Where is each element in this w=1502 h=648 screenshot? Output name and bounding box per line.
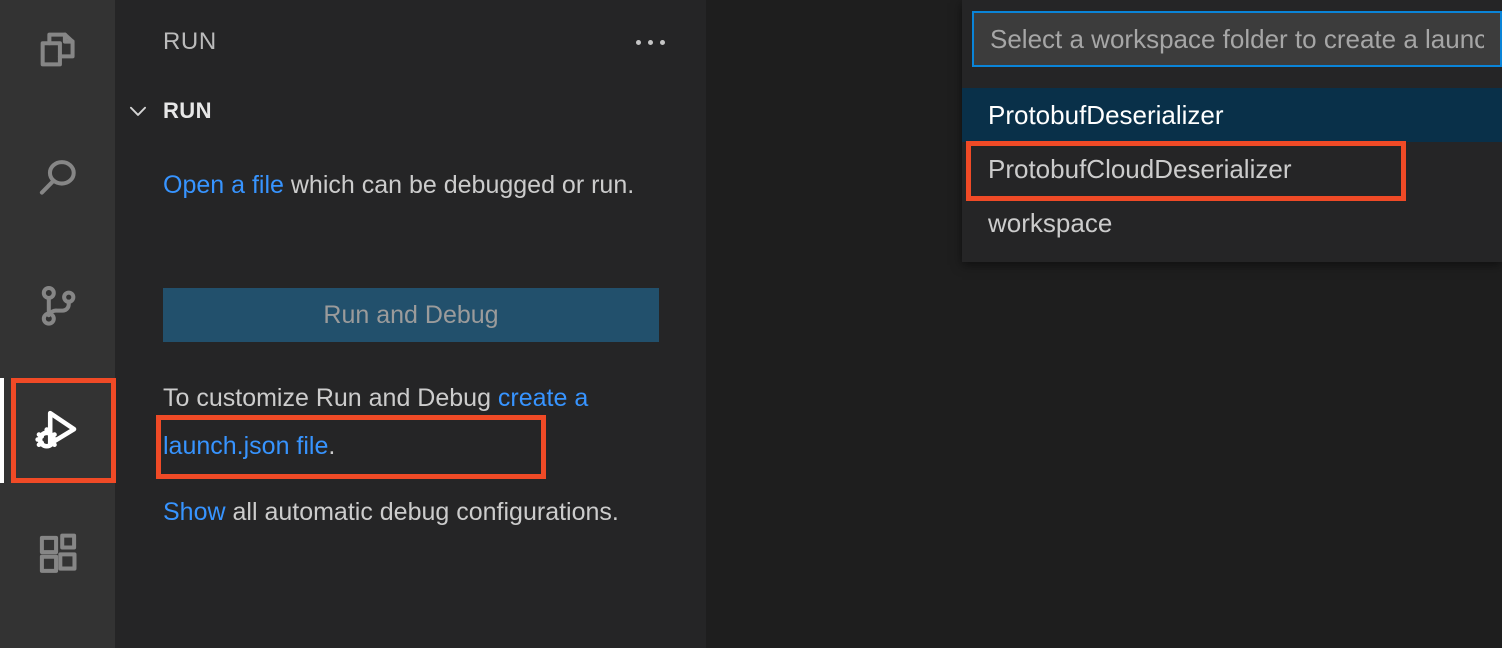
activity-bar-item-extensions[interactable]	[0, 504, 115, 604]
create-launch-json-period: .	[328, 432, 336, 460]
debug-welcome-paragraph-2: To customize Run and Debug create a laun…	[163, 374, 673, 470]
debug-welcome-paragraph-1: Open a file which can be debugged or run…	[163, 164, 663, 232]
files-icon	[35, 27, 81, 73]
extensions-icon	[35, 531, 81, 577]
activity-bar-item-search[interactable]	[0, 128, 115, 228]
activity-bar-item-explorer[interactable]	[0, 0, 115, 100]
search-icon	[35, 155, 81, 201]
source-control-icon	[35, 283, 81, 329]
sidebar-section-run-header[interactable]: RUN	[125, 94, 212, 128]
quick-pick-item[interactable]: workspace	[962, 196, 1502, 250]
open-a-file-link[interactable]: Open a file	[163, 171, 284, 199]
quick-pick-widget: ProtobufDeserializer ProtobufCloudDeseri…	[962, 0, 1502, 262]
activity-bar-active-indicator	[0, 378, 4, 483]
sidebar-section-label: RUN	[163, 98, 212, 123]
ellipsis-dot	[647, 39, 653, 45]
vscode-window: RUN RUN Open a file which can be debugge…	[0, 0, 1502, 648]
run-and-debug-button[interactable]: Run and Debug	[163, 288, 659, 342]
run-and-debug-icon	[32, 404, 84, 456]
quick-pick-input-wrapper[interactable]	[972, 11, 1502, 67]
sidebar-title: RUN	[163, 28, 217, 55]
ellipsis-dot	[659, 39, 665, 45]
quick-pick-item[interactable]: ProtobufCloudDeserializer	[962, 142, 1502, 196]
quick-pick-item[interactable]: ProtobufDeserializer	[962, 88, 1502, 142]
debug-welcome-paragraph-3: Show all automatic debug configurations.	[163, 488, 673, 536]
activity-bar-item-source-control[interactable]	[0, 256, 115, 356]
quick-pick-input[interactable]	[974, 13, 1500, 65]
show-automatic-configs-rest-text: all automatic debug configurations.	[225, 498, 619, 526]
open-a-file-rest-text: which can be debugged or run.	[283, 171, 635, 199]
activity-bar-item-run-and-debug[interactable]	[0, 380, 115, 480]
sidebar-more-actions-button[interactable]	[620, 26, 680, 58]
ellipsis-dot	[635, 39, 641, 45]
activity-bar	[0, 0, 115, 648]
chevron-down-icon	[125, 98, 151, 124]
customize-run-debug-text: To customize Run and Debug	[163, 384, 498, 412]
show-automatic-configs-link[interactable]: Show	[163, 498, 226, 526]
sidebar: RUN RUN Open a file which can be debugge…	[115, 0, 706, 648]
quick-pick-list: ProtobufDeserializer ProtobufCloudDeseri…	[962, 88, 1502, 250]
